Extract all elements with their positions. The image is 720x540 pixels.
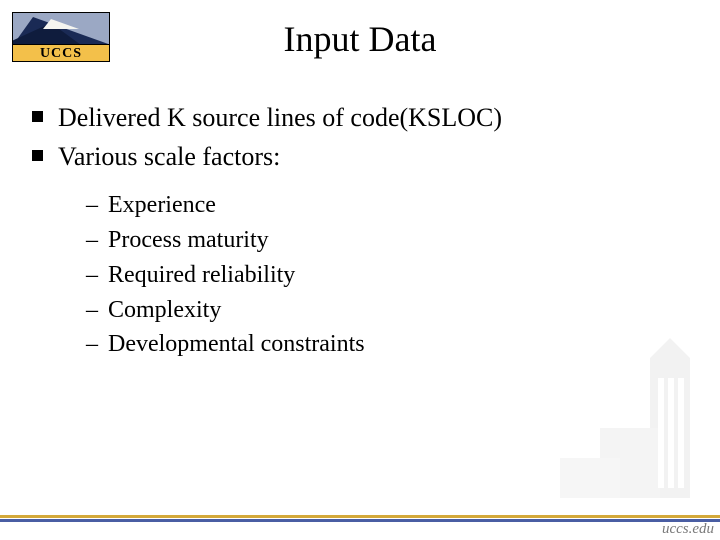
footer-gold-line [0, 515, 720, 518]
bullet-item: Various scale factors: [30, 139, 690, 174]
bullet-item: Delivered K source lines of code(KSLOC) [30, 100, 690, 135]
slide-title: Input Data [0, 18, 720, 60]
sub-bullet-text: Developmental constraints [108, 331, 365, 357]
sub-bullet-text: Process maturity [108, 227, 269, 253]
sub-bullet-group: Experience Process maturity Required rel… [30, 188, 690, 362]
sub-bullet-text: Experience [108, 192, 216, 218]
bullet-text: Various scale factors: [58, 142, 280, 171]
sub-bullet-item: Required reliability [30, 258, 690, 293]
bullet-text: Delivered K source lines of code(KSLOC) [58, 103, 502, 132]
sub-bullet-item: Process maturity [30, 223, 690, 258]
footer-divider [0, 518, 720, 522]
footer-blue-line [0, 519, 720, 522]
building-watermark-icon [540, 338, 720, 518]
footer-url: uccs.edu [662, 521, 714, 538]
sub-bullet-item: Developmental constraints [30, 327, 690, 362]
slide-content: Delivered K source lines of code(KSLOC) … [30, 100, 690, 362]
sub-bullet-text: Required reliability [108, 262, 295, 288]
sub-bullet-item: Complexity [30, 293, 690, 328]
sub-bullet-text: Complexity [108, 297, 221, 323]
sub-bullet-item: Experience [30, 188, 690, 223]
